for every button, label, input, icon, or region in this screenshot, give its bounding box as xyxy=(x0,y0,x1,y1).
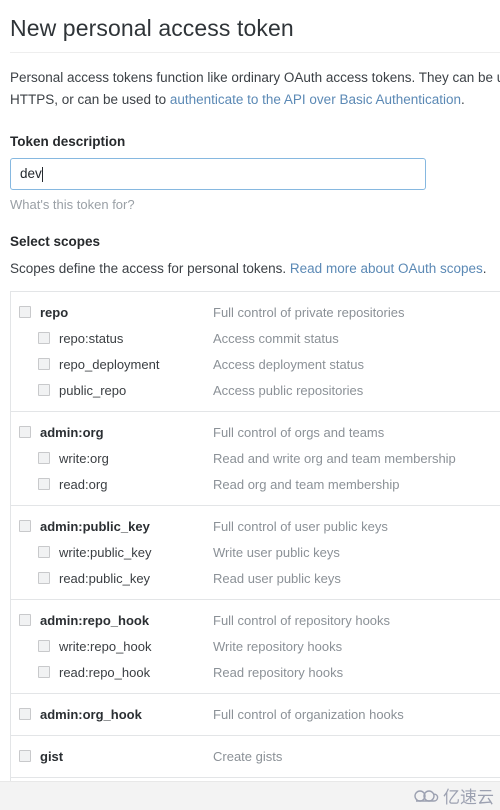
watermark-text: 亿速云 xyxy=(443,788,494,808)
scope-description: Write user public keys xyxy=(213,544,340,560)
intro-line-2-prefix: HTTPS, or can be used to xyxy=(10,92,170,107)
scope-group: admin:public_key Full control of user pub… xyxy=(11,506,500,600)
scope-description: Access public repositories xyxy=(213,382,364,398)
scope-name: admin:repo_hook xyxy=(40,612,150,628)
scope-row-child[interactable]: read:public_key Read user public keys xyxy=(11,565,500,591)
checkbox-icon[interactable] xyxy=(19,306,31,318)
scope-name: write:org xyxy=(59,450,109,466)
scope-description: Access commit status xyxy=(213,330,339,346)
scope-group: gist Create gists xyxy=(11,736,500,778)
intro-line-2-suffix: . xyxy=(461,92,465,107)
checkbox-icon[interactable] xyxy=(19,520,31,532)
scope-description: Full control of private repositories xyxy=(213,304,405,320)
checkbox-icon[interactable] xyxy=(38,572,50,584)
scope-row-child[interactable]: read:repo_hook Read repository hooks xyxy=(11,659,500,685)
scope-name: write:public_key xyxy=(59,544,152,560)
scope-group: repo Full control of private repositories… xyxy=(11,292,500,412)
checkbox-icon[interactable] xyxy=(38,358,50,370)
scope-row-child[interactable]: write:org Read and write org and team mem… xyxy=(11,445,500,471)
token-description-value: dev xyxy=(20,166,42,181)
scope-name: read:repo_hook xyxy=(59,664,151,680)
scope-description: Read org and team membership xyxy=(213,476,400,492)
scope-name: gist xyxy=(40,748,64,764)
scope-name: read:public_key xyxy=(59,570,151,586)
scope-group: admin:repo_hook Full control of repositor… xyxy=(11,600,500,694)
scope-row-parent[interactable]: admin:repo_hook Full control of repositor… xyxy=(11,607,500,633)
scope-description: Write repository hooks xyxy=(213,638,343,654)
scope-description: Read repository hooks xyxy=(213,664,344,680)
page-title: New personal access token xyxy=(10,15,294,41)
oauth-scopes-link[interactable]: Read more about OAuth scopes xyxy=(290,261,483,276)
checkbox-icon[interactable] xyxy=(38,384,50,396)
checkbox-icon[interactable] xyxy=(19,614,31,626)
checkbox-icon[interactable] xyxy=(19,426,31,438)
intro-line-2: HTTPS, or can be used to authenticate to… xyxy=(10,89,500,111)
basic-authentication-link[interactable]: authenticate to the API over Basic Authe… xyxy=(170,92,461,107)
scope-name: admin:org_hook xyxy=(40,706,142,722)
text-caret xyxy=(41,166,43,182)
scopes-list: repo Full control of private repositories… xyxy=(10,291,500,810)
scope-group: admin:org_hook Full control of organizati… xyxy=(11,694,500,736)
checkbox-icon[interactable] xyxy=(38,640,50,652)
new-personal-access-token-page: New personal access token Personal acces… xyxy=(0,0,500,810)
scope-row-parent[interactable]: admin:public_key Full control of user pub… xyxy=(11,513,500,539)
scope-row-child[interactable]: read:org Read org and team membership xyxy=(11,471,500,497)
scope-row-parent[interactable]: repo Full control of private repositories xyxy=(11,299,500,325)
scope-row-parent[interactable]: gist Create gists xyxy=(11,743,500,769)
watermark: 亿速云 xyxy=(413,783,494,808)
scope-name: read:org xyxy=(59,476,108,492)
checkbox-icon[interactable] xyxy=(38,332,50,344)
scope-name: repo:status xyxy=(59,330,124,346)
scope-name: public_repo xyxy=(59,382,127,398)
scope-name: admin:org xyxy=(40,424,104,440)
scope-description: Read user public keys xyxy=(213,570,341,586)
scope-row-child[interactable]: write:public_key Write user public keys xyxy=(11,539,500,565)
intro-line-1: Personal access tokens function like ord… xyxy=(10,70,500,85)
checkbox-icon[interactable] xyxy=(38,546,50,558)
checkbox-icon[interactable] xyxy=(38,452,50,464)
scope-description: Full control of user public keys xyxy=(213,518,388,534)
scope-description: Full control of orgs and teams xyxy=(213,424,385,440)
intro-paragraph: Personal access tokens function like ord… xyxy=(0,53,500,111)
scopes-description-suffix: . xyxy=(482,261,487,276)
scopes-description: Scopes define the access for personal to… xyxy=(0,251,500,279)
scope-description: Full control of repository hooks xyxy=(213,612,391,628)
scope-description: Read and write org and team membership xyxy=(213,450,456,466)
scope-name: admin:public_key xyxy=(40,518,150,534)
token-description-label: Token description xyxy=(10,134,126,149)
scope-row-child[interactable]: write:repo_hook Write repository hooks xyxy=(11,633,500,659)
scope-row-child[interactable]: repo_deployment Access deployment status xyxy=(11,351,500,377)
token-description-hint: What's this token for? xyxy=(10,197,135,212)
checkbox-icon[interactable] xyxy=(19,708,31,720)
cloud-icon xyxy=(413,788,439,804)
scopes-description-prefix: Scopes define the access for personal to… xyxy=(10,261,290,276)
scope-description: Full control of organization hooks xyxy=(213,706,404,722)
scope-group: admin:org Full control of orgs and teams w… xyxy=(11,412,500,506)
checkbox-icon[interactable] xyxy=(38,666,50,678)
checkbox-icon[interactable] xyxy=(19,750,31,762)
select-scopes-title: Select scopes xyxy=(10,234,101,249)
scope-name: repo xyxy=(40,304,69,320)
token-description-input[interactable]: dev xyxy=(10,158,426,190)
scope-row-child[interactable]: repo:status Access commit status xyxy=(11,325,500,351)
scope-name: write:repo_hook xyxy=(59,638,152,654)
scope-row-child[interactable]: public_repo Access public repositories xyxy=(11,377,500,403)
scope-description: Create gists xyxy=(213,748,283,764)
scope-row-parent[interactable]: admin:org Full control of orgs and teams xyxy=(11,419,500,445)
scope-row-parent[interactable]: admin:org_hook Full control of organizati… xyxy=(11,701,500,727)
scope-name: repo_deployment xyxy=(59,356,160,372)
token-description-input-wrap: dev xyxy=(0,151,500,190)
scope-description: Access deployment status xyxy=(213,356,365,372)
checkbox-icon[interactable] xyxy=(38,478,50,490)
